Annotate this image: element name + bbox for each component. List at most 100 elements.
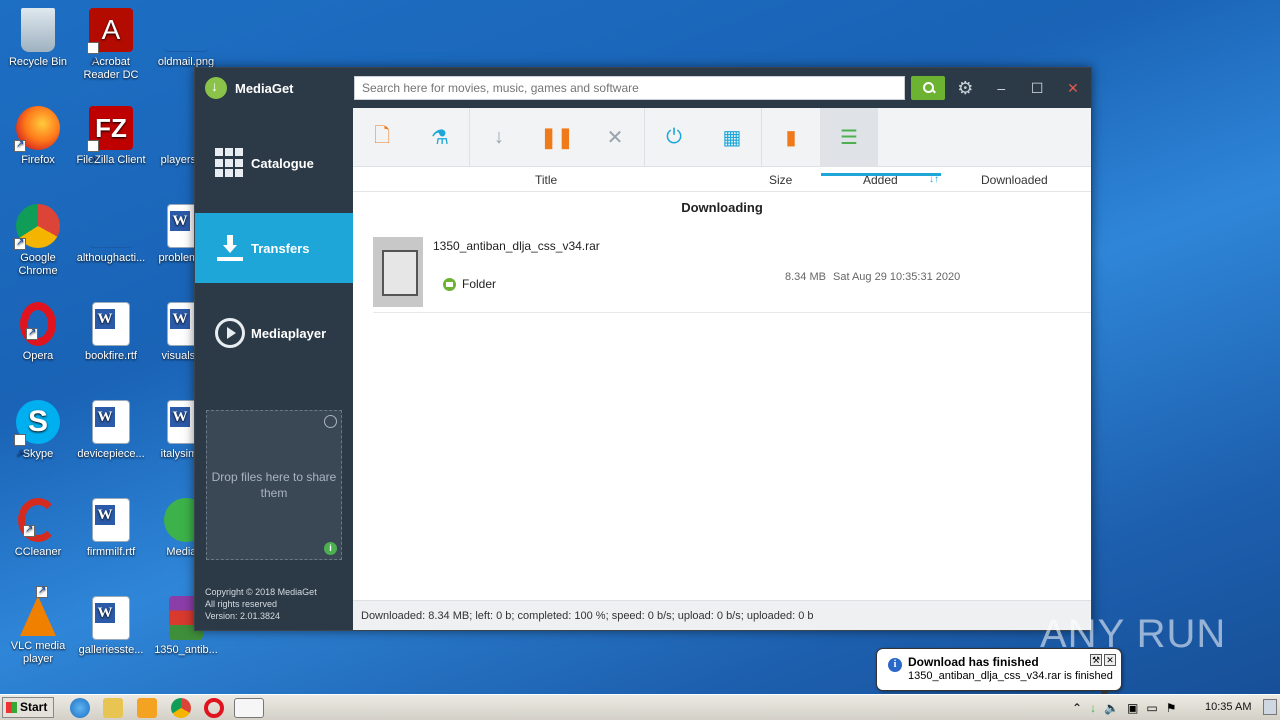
nav-mediaplayer[interactable]: Mediaplayer	[195, 298, 353, 368]
word-document-icon: W	[92, 302, 130, 346]
filezilla-icon: FZ	[87, 106, 133, 182]
copyright-text: Copyright © 2018 MediaGet All rights res…	[205, 587, 317, 621]
notification-text: 1350_antiban_dlja_css_v34.rar is finishe…	[908, 670, 1113, 682]
explorer-icon[interactable]	[103, 698, 123, 718]
media-player-icon[interactable]	[137, 698, 157, 718]
vlc-icon	[20, 584, 56, 636]
search-input[interactable]	[354, 76, 906, 100]
delete-icon[interactable]: ✕	[586, 108, 644, 167]
column-headers: Title Size Added ↓↑ Downloaded	[353, 167, 1091, 192]
show-desktop-button[interactable]	[1263, 699, 1277, 715]
recycle-bin-icon	[21, 8, 55, 52]
maximize-button[interactable]: ☐	[1019, 68, 1055, 108]
power-icon[interactable]: ⏻	[645, 108, 703, 167]
pause-icon[interactable]: ❚❚	[528, 108, 586, 167]
desktop-icon-acrobat[interactable]: A Acrobat Reader DC	[73, 8, 149, 84]
play-icon	[215, 318, 245, 348]
app-title: MediaGet	[235, 80, 294, 96]
opera-icon	[20, 302, 56, 346]
drop-zone-text: Drop files here to share them	[211, 470, 337, 500]
mediaget-tray-icon[interactable]: ↓	[1090, 701, 1096, 715]
image-file-icon	[164, 8, 208, 52]
gear-icon[interactable]: ⚙	[955, 78, 975, 98]
grid-icon	[215, 148, 245, 178]
status-bar: Downloaded: 8.34 MB; left: 0 b; complete…	[353, 600, 1091, 630]
desktop-icon-recycle-bin[interactable]: Recycle Bin	[0, 8, 76, 69]
mediaget-taskbar-button[interactable]	[234, 698, 264, 718]
drop-zone[interactable]: Drop files here to share them i	[206, 410, 342, 560]
taskbar: Start ⌃ ↓ 🔈 ▣ ▭ ⚑ 10:35 AM	[0, 694, 1280, 720]
transfer-row[interactable]: 1350_antiban_dlja_css_v34.rar Folder 8.3…	[373, 237, 1091, 313]
taskbar-clock[interactable]: 10:35 AM	[1205, 701, 1251, 713]
blank-file-icon	[89, 204, 133, 248]
tray-expand-icon[interactable]: ⌃	[1072, 701, 1082, 715]
chrome-icon	[14, 204, 60, 250]
word-document-icon: W	[92, 498, 130, 542]
add-torrent-button[interactable]: 🗋	[353, 108, 411, 167]
column-title[interactable]: Title	[535, 173, 557, 187]
word-document-icon: W	[92, 596, 130, 640]
notification-balloon[interactable]: i Download has finished 1350_antiban_dlj…	[876, 648, 1122, 699]
system-tray: ⌃ ↓ 🔈 ▣ ▭ ⚑	[1072, 695, 1176, 720]
open-folder-link[interactable]: Folder	[443, 277, 496, 291]
nav-transfers-label: Transfers	[251, 240, 310, 256]
volume-icon[interactable]: 🔈	[1104, 701, 1119, 715]
battery-icon[interactable]: ▭	[1146, 701, 1157, 715]
close-icon[interactable]: ✕	[1104, 654, 1116, 666]
desktop-icon-althoughacti[interactable]: althoughacti...	[73, 204, 149, 265]
flag-icon[interactable]: ⚑	[1166, 701, 1177, 715]
start-button[interactable]: Start	[2, 697, 54, 718]
folder-icon	[443, 277, 456, 291]
download-arrow-icon[interactable]: ↓	[470, 108, 528, 167]
top-bar: ⚙ – ☐ ✕	[353, 68, 1091, 108]
desktop-icon-oldmail[interactable]: oldmail.png	[148, 8, 224, 69]
info-icon: i	[888, 658, 902, 672]
info-icon[interactable]: i	[324, 542, 337, 555]
word-document-icon: W	[92, 400, 130, 444]
calendar-icon[interactable]: ▦	[703, 108, 761, 167]
minimize-button[interactable]: –	[983, 68, 1019, 108]
desktop-icon-devicepiece[interactable]: W devicepiece...	[73, 400, 149, 461]
desktop-icon-google-chrome[interactable]: Google Chrome	[0, 204, 76, 278]
desktop-icon-firmmilf[interactable]: W firmmilf.rtf	[73, 498, 149, 559]
notification-title: Download has finished	[908, 655, 1039, 669]
ie-icon[interactable]	[70, 698, 90, 718]
file-icon	[373, 237, 423, 307]
opera-taskbar-icon[interactable]	[204, 698, 224, 718]
stats-icon[interactable]: ▮	[762, 108, 820, 167]
desktop-icon-vlc[interactable]: VLC media player	[0, 584, 76, 666]
transfer-name: 1350_antiban_dlja_css_v34.rar	[433, 239, 600, 253]
transfer-size: 8.34 MB	[785, 271, 826, 283]
nav-transfers[interactable]: Transfers	[195, 213, 353, 283]
flask-icon[interactable]: ⚗	[411, 108, 469, 167]
section-title: Downloading	[681, 200, 763, 215]
search-button[interactable]	[911, 76, 946, 100]
desktop-icon-firefox[interactable]: Firefox	[0, 106, 76, 167]
list-view-icon[interactable]: ☰	[820, 108, 878, 167]
toolbar: 🗋 ⚗ ↓ ❚❚ ✕ ⏻ ▦ ▮ ☰	[353, 108, 1091, 167]
desktop-icon-bookfire[interactable]: W bookfire.rtf	[73, 302, 149, 363]
column-size[interactable]: Size	[769, 173, 792, 187]
acrobat-icon: A	[87, 8, 133, 84]
network-icon[interactable]: ▣	[1127, 701, 1138, 715]
sidebar: MediaGet Catalogue Transfers Mediaplayer…	[195, 68, 353, 630]
desktop-icon-galleriesste[interactable]: W galleriesste...	[73, 596, 149, 657]
options-icon[interactable]: ⚒	[1090, 654, 1102, 666]
close-button[interactable]: ✕	[1055, 68, 1091, 108]
clock-icon	[324, 415, 337, 428]
ccleaner-icon	[18, 498, 58, 542]
nav-catalogue-label: Catalogue	[251, 155, 314, 171]
skype-icon: S	[14, 400, 60, 476]
app-brand: MediaGet	[195, 68, 353, 108]
column-downloaded[interactable]: Downloaded	[981, 173, 1048, 187]
chrome-taskbar-icon[interactable]	[171, 698, 191, 718]
desktop-icon-filezilla[interactable]: FZ FileZilla Client	[73, 106, 149, 182]
desktop-icon-opera[interactable]: Opera	[0, 302, 76, 363]
sort-indicator	[821, 173, 941, 176]
desktop-icon-skype[interactable]: S Skype	[0, 400, 76, 476]
nav-catalogue[interactable]: Catalogue	[195, 128, 353, 198]
desktop-icon-ccleaner[interactable]: CCleaner	[0, 498, 76, 559]
mediaget-logo-icon	[205, 77, 227, 99]
transfer-added-date: Sat Aug 29 10:35:31 2020	[833, 271, 961, 283]
mediaget-window: MediaGet Catalogue Transfers Mediaplayer…	[194, 67, 1092, 631]
